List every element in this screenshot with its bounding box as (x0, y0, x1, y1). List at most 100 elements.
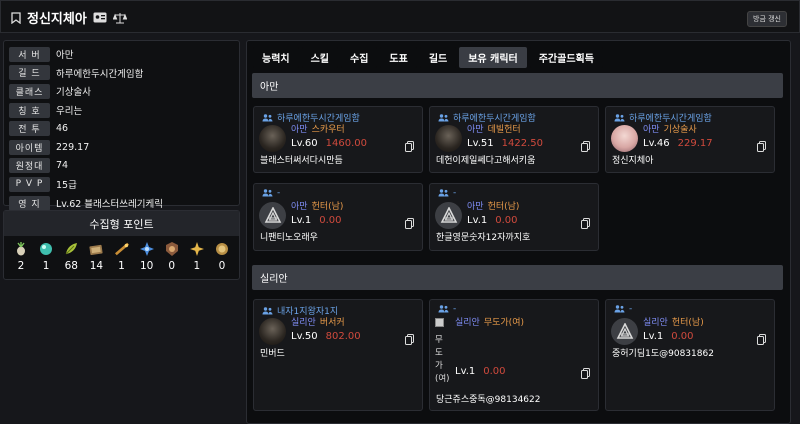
copy-icon[interactable] (405, 141, 414, 152)
character-card[interactable]: 하루에한두시간게임함 아만 기상술사 Lv.46 229.17 정신지체아 (605, 106, 775, 173)
profile-label: 전 투 (9, 121, 50, 137)
profile-value: 기상술사 (56, 87, 91, 99)
group-icon (614, 305, 625, 313)
tab-7[interactable]: 주간골드획득 (529, 47, 603, 68)
character-level-line: Lv.46 229.17 (643, 138, 713, 149)
collection-points-panel: 수집형 포인트 2 1 68 14 1 10 0 1 0 (3, 210, 240, 280)
character-class: 헌터(남) (311, 202, 344, 212)
character-class-line: 실리안 헌터(남) (643, 315, 704, 328)
character-avatar-broken: 무도가(여) (435, 318, 450, 386)
character-guild: - (614, 304, 632, 314)
profile-label: 서 버 (9, 46, 50, 62)
copy-icon[interactable] (581, 368, 590, 379)
character-card[interactable]: - 아만 헌터(남) Lv.1 0.00 한글영문숫자12자까지호 (429, 183, 599, 251)
tab-6[interactable]: 보유 캐릭터 (459, 47, 527, 68)
character-level-line: Lv.51 1422.50 (467, 138, 543, 149)
profile-value: 하루에한두시간게임함 (56, 68, 144, 80)
character-class: 무도가(여) (483, 318, 524, 328)
profile-label: 길 드 (9, 65, 50, 81)
collection-item[interactable]: 0 (213, 242, 231, 272)
group-icon (262, 306, 273, 315)
guild-name: - (277, 188, 281, 198)
collection-item[interactable]: 1 (37, 242, 55, 272)
tab-4[interactable]: 도표 (380, 47, 417, 68)
character-class: 헌터(남) (487, 202, 520, 212)
character-level: Lv.1 (643, 331, 664, 342)
tab-5[interactable]: 길드 (419, 47, 457, 68)
orpheus-star-icon (189, 242, 204, 256)
character-avatar (259, 318, 286, 345)
character-card[interactable]: - 무도가(여) 실리안 무도가(여) Lv.1 0.00 당근쥬스중독@98134622 (429, 299, 599, 411)
character-class: 기상술사 (663, 125, 697, 135)
character-card[interactable]: 하루에한두시간게임함 아만 스카우터 Lv.60 1460.00 블래스터써서다시만듬 (253, 106, 423, 173)
character-item-level: 1422.50 (501, 138, 543, 149)
character-card[interactable]: - 실리안 헌터(남) Lv.1 0.00 중허기딤1도@90831862 (605, 299, 775, 411)
scale-icon[interactable] (112, 12, 127, 24)
copy-icon[interactable] (757, 141, 766, 152)
character-avatar (259, 125, 286, 152)
mokoko-seed-icon (14, 242, 28, 256)
id-card-icon[interactable] (93, 12, 107, 23)
collection-item[interactable]: 14 (87, 242, 105, 272)
profile-info-panel: 서 버 아만 길 드 하루에한두시간게임함 클래스 기상술사 칭 호 우리는 전 투 46 아이템 2… (3, 40, 240, 211)
profile-value: 74 (56, 160, 69, 172)
group-icon (262, 189, 273, 197)
character-server: 실리안 (455, 318, 480, 328)
tab-2[interactable]: 스킬 (301, 47, 339, 68)
group-icon (438, 189, 449, 197)
class-emblem-icon (259, 202, 286, 229)
profile-label: 영 지 (9, 195, 50, 211)
collection-value: 1 (42, 260, 50, 272)
character-card[interactable]: 하루에한두시간게임함 아만 데빌헌터 Lv.51 1422.50 데헌이제일쎄다고해서키움 (429, 106, 599, 173)
collection-item[interactable]: 10 (138, 242, 156, 272)
server-section-header: 아만 (252, 73, 783, 98)
character-class: 데빌헌터 (487, 125, 521, 135)
broken-image-icon (435, 318, 444, 327)
character-server: 실리안 (291, 318, 316, 328)
title-group: 정신지체아 (11, 8, 127, 27)
character-name: 당근쥬스중독@98134622 (436, 395, 541, 405)
collection-value: 68 (64, 260, 78, 272)
character-item-level: 0.00 (671, 331, 694, 342)
collection-item[interactable]: 1 (188, 242, 206, 272)
collection-item[interactable]: 1 (113, 242, 131, 272)
collection-title: 수집형 포인트 (4, 211, 239, 236)
collection-value: 14 (89, 260, 104, 272)
tab-bar: 능력치 스킬 수집 도표 길드 보유 캐릭터 주간골드획득 (253, 47, 603, 68)
group-icon (438, 305, 449, 313)
character-card[interactable]: 내자1지왕자1지 실리안 버서커 Lv.50 802.00 민버드 (253, 299, 423, 411)
copy-icon[interactable] (757, 334, 766, 345)
character-card[interactable]: - 아만 헌터(남) Lv.1 0.00 니팬티노오래우 (253, 183, 423, 251)
copy-icon[interactable] (405, 334, 414, 345)
collection-item[interactable]: 0 (163, 242, 181, 272)
copy-icon[interactable] (405, 218, 414, 229)
omnium-seed-icon (215, 242, 229, 256)
copy-icon[interactable] (581, 218, 590, 229)
server-section-header: 실리안 (252, 265, 783, 290)
character-avatar (435, 125, 462, 152)
group-icon (262, 113, 273, 122)
collection-value: 10 (139, 260, 154, 272)
bookmark-icon[interactable] (11, 11, 21, 24)
tab-1[interactable]: 능력치 (253, 47, 299, 68)
character-item-level: 229.17 (677, 138, 713, 149)
character-level-line: Lv.1 0.00 (291, 215, 342, 226)
character-name: 블래스터써서다시만듬 (260, 156, 343, 166)
guild-name: - (453, 304, 457, 314)
character-item-level: 0.00 (319, 215, 342, 226)
character-name: 정신지체아 (612, 156, 654, 166)
character-level-line: Lv.50 802.00 (291, 331, 361, 342)
refresh-button[interactable]: 방금 갱신 (747, 11, 787, 27)
great-art-icon (114, 242, 129, 256)
character-level: Lv.50 (291, 331, 318, 342)
collection-item[interactable]: 68 (62, 242, 80, 272)
character-server: 아만 (467, 202, 484, 212)
island-heart-icon (39, 242, 53, 256)
collection-item[interactable]: 2 (12, 242, 30, 272)
tab-3[interactable]: 수집 (341, 47, 378, 68)
avatar-alt-text: 무도가(여) (435, 335, 450, 384)
copy-icon[interactable] (581, 141, 590, 152)
character-level-line: Lv.1 0.00 (643, 331, 694, 342)
character-name: 민버드 (260, 349, 285, 359)
world-tree-leaf-icon (64, 242, 78, 256)
